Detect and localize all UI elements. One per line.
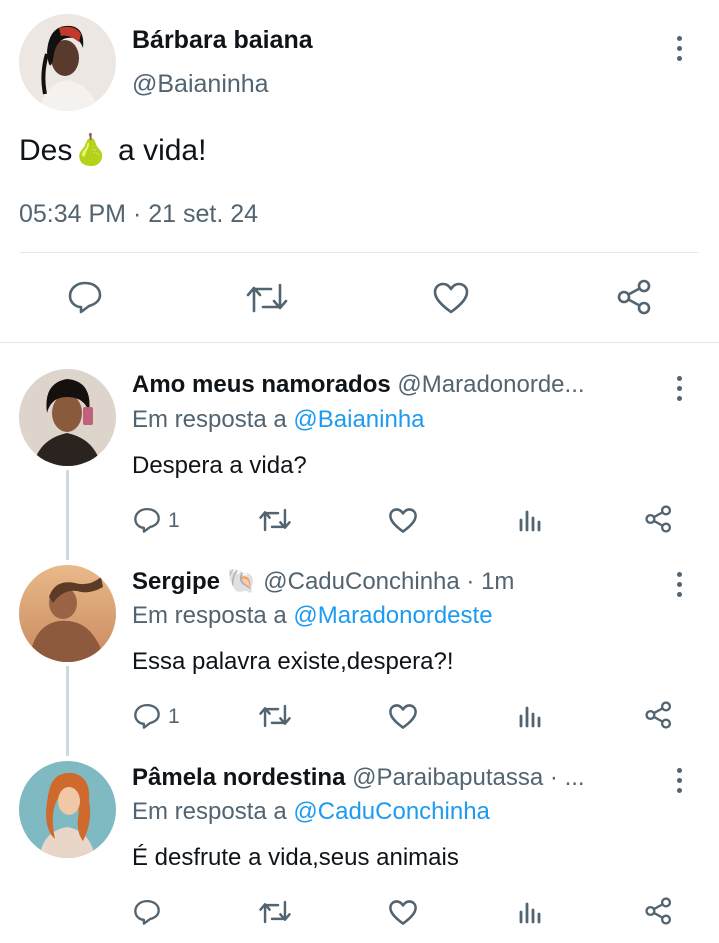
- tweet-text-end: a vida!: [109, 134, 207, 167]
- share-icon[interactable]: [645, 701, 673, 729]
- section-divider: [0, 342, 719, 343]
- author-handle[interactable]: @Baianinha: [132, 70, 269, 99]
- reply-context: Em resposta a @CaduConchinha: [132, 798, 490, 826]
- author-display-name: Amo meus namorados: [132, 371, 391, 398]
- author-display-name: Pâmela nordestina: [132, 764, 346, 791]
- reply-icon[interactable]: [133, 702, 161, 730]
- reply-context: Em resposta a @Maradonordeste: [132, 602, 493, 630]
- author-name[interactable]: Pâmela nordestina @Paraibaputassa · ...: [132, 764, 585, 792]
- analytics-icon[interactable]: [518, 702, 544, 728]
- avatar[interactable]: [19, 565, 116, 662]
- more-options-icon[interactable]: [675, 768, 683, 798]
- more-options-icon[interactable]: [675, 376, 683, 406]
- author-name[interactable]: Sergipe 🐚 @CaduConchinha · 1m: [132, 567, 514, 596]
- analytics-icon[interactable]: [518, 506, 544, 532]
- more-options-icon[interactable]: [675, 36, 683, 66]
- reply-text: Despera a vida?: [132, 452, 307, 479]
- reply-icon[interactable]: [133, 898, 161, 926]
- retweet-icon[interactable]: [245, 281, 289, 315]
- avatar[interactable]: [19, 369, 116, 466]
- author-display-name: Sergipe: [132, 568, 221, 595]
- share-icon[interactable]: [617, 279, 653, 315]
- reply-prefix: Em resposta a: [132, 406, 294, 433]
- tweet-text: Des🍐 a vida!: [19, 133, 206, 168]
- avatar[interactable]: [19, 14, 116, 111]
- reply-context: Em resposta a @Baianinha: [132, 406, 425, 434]
- thread-line: [66, 666, 69, 756]
- tweet-text-start: Des: [19, 134, 73, 167]
- reply-count: 1: [168, 705, 180, 728]
- share-icon[interactable]: [645, 897, 673, 925]
- like-icon[interactable]: [388, 899, 418, 926]
- author-name[interactable]: Bárbara baiana: [132, 26, 313, 55]
- author-handle: @CaduConchinha · 1m: [263, 568, 515, 595]
- reply-text: É desfrute a vida,seus animais: [132, 844, 459, 871]
- divider: [20, 252, 699, 253]
- more-options-icon[interactable]: [675, 572, 683, 602]
- thread-line: [66, 470, 69, 560]
- author-handle: @Paraibaputassa · ...: [352, 764, 585, 791]
- like-icon[interactable]: [388, 507, 418, 534]
- like-icon[interactable]: [432, 281, 470, 315]
- reply-icon[interactable]: [67, 280, 103, 314]
- pear-emoji: 🍐: [72, 134, 110, 167]
- reply-text: Essa palavra existe,despera?!: [132, 648, 454, 675]
- retweet-icon[interactable]: [258, 703, 292, 729]
- reply-to-link[interactable]: @Maradonordeste: [293, 602, 492, 629]
- reply-prefix: Em resposta a: [132, 798, 294, 825]
- reply-count: 1: [168, 509, 180, 532]
- reply-to-link[interactable]: @CaduConchinha: [293, 798, 490, 825]
- timestamp[interactable]: 05:34 PM · 21 set. 24: [19, 200, 258, 229]
- retweet-icon[interactable]: [258, 899, 292, 925]
- author-name[interactable]: Amo meus namorados @Maradonorde...: [132, 371, 585, 399]
- like-icon[interactable]: [388, 703, 418, 730]
- author-handle: @Maradonorde...: [397, 371, 585, 398]
- reply-icon[interactable]: [133, 506, 161, 534]
- shell-emoji: 🐚: [226, 568, 257, 595]
- reply-prefix: Em resposta a: [132, 602, 294, 629]
- avatar[interactable]: [19, 761, 116, 858]
- share-icon[interactable]: [645, 505, 673, 533]
- retweet-icon[interactable]: [258, 507, 292, 533]
- reply-to-link[interactable]: @Baianinha: [293, 406, 424, 433]
- analytics-icon[interactable]: [518, 898, 544, 924]
